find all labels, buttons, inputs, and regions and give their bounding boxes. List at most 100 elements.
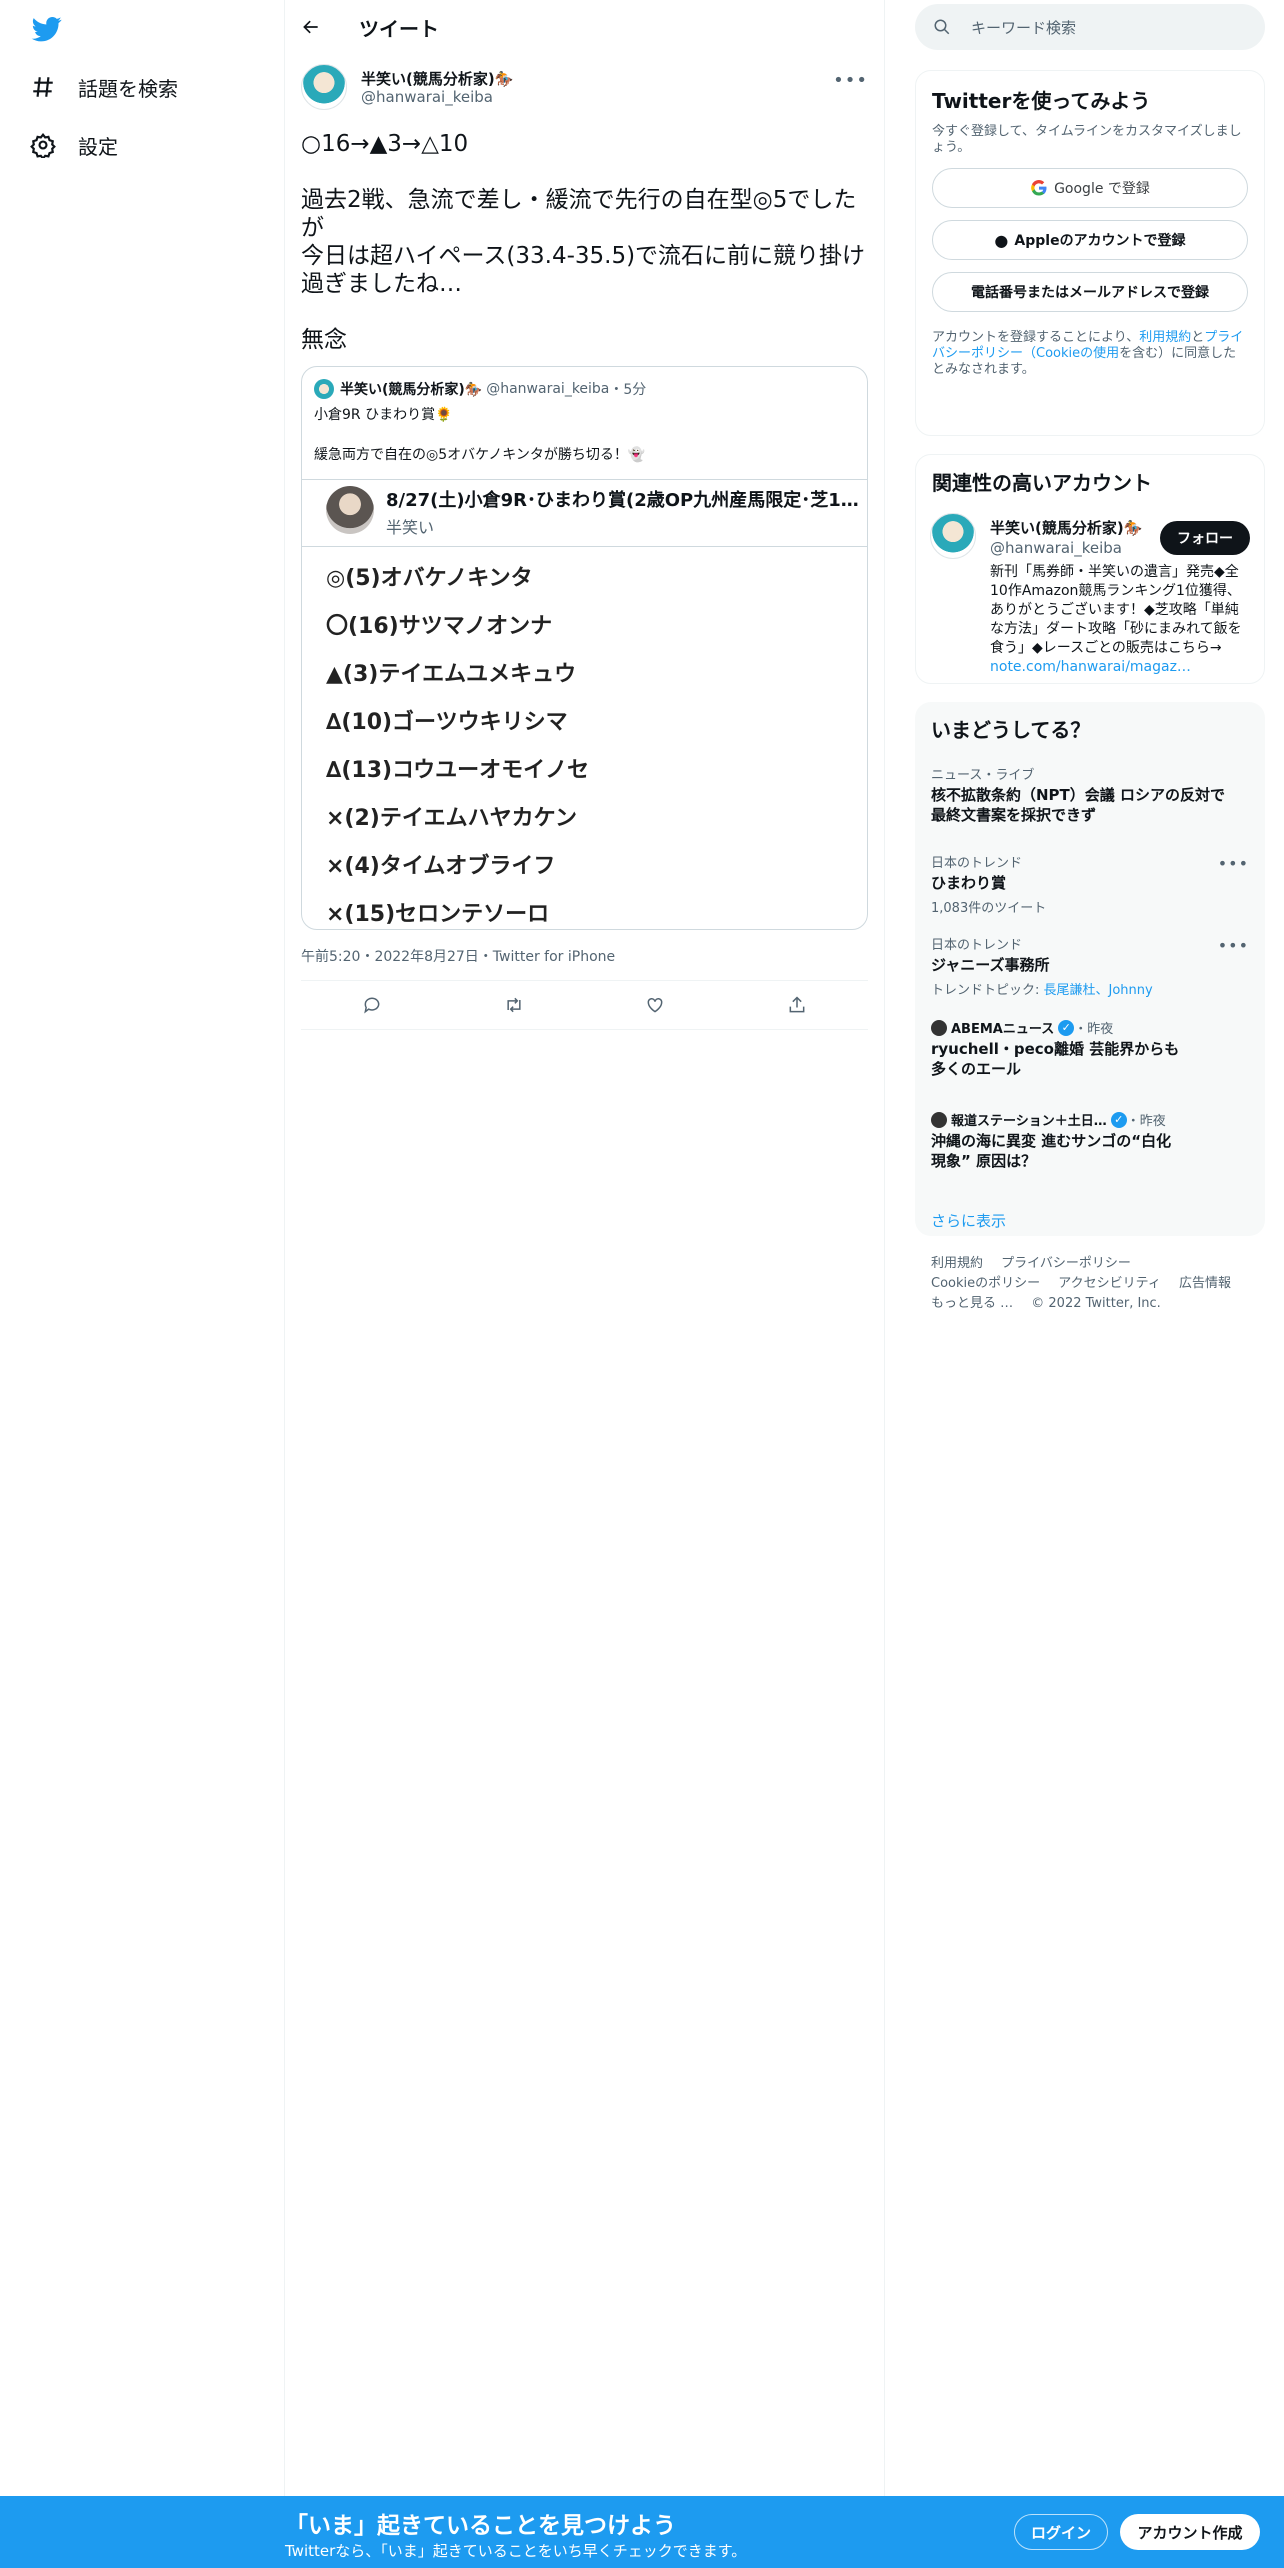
footer-link[interactable]: アクセシビリティ [1058, 1276, 1161, 1291]
search-input[interactable]: キーワード検索 [915, 4, 1265, 50]
news-source-name: 報道ステーション＋土日… [951, 1114, 1107, 1129]
avatar[interactable] [301, 64, 347, 110]
signup-subtitle: 今すぐ登録して、タイムラインをカスタマイズしましょう。 [932, 124, 1242, 155]
signup-legal: アカウントを登録することにより、利用規約とプライバシーポリシー（Cookieの使… [932, 330, 1248, 378]
hashtag-icon [33, 77, 53, 97]
gear-icon [30, 132, 56, 158]
related-accounts-card: 関連性の高いアカウント 半笑い(競馬分析家)🏇 @hanwarai_keiba … [915, 454, 1265, 684]
trend-item[interactable]: 日本のトレンド ひまわり賞 1,083件のツイート [931, 852, 1231, 916]
list-item: ×(4)タイムオブライフ [326, 854, 556, 879]
footer-link[interactable]: もっと見る … [931, 1296, 1013, 1311]
more-options-icon[interactable]: ••• [833, 70, 868, 91]
list-item: 〇(16)サツマノオンナ [326, 614, 553, 639]
quoted-tweet[interactable]: 半笑い(競馬分析家)🏇 @hanwarai_keiba ・5分 小倉9R ひまわ… [301, 366, 868, 930]
card-author: 半笑い [386, 518, 435, 537]
nav-explore-label: 話題を検索 [78, 76, 178, 101]
news-source-name: ABEMAニュース [951, 1022, 1055, 1037]
tweet-author: 半笑い(競馬分析家)🏇 @hanwarai_keiba ••• [285, 60, 884, 118]
like-icon[interactable] [645, 995, 665, 1015]
trend-topics-links[interactable]: 長尾謙杜、Johnny [1044, 983, 1153, 998]
share-icon[interactable] [787, 995, 807, 1015]
nav-settings[interactable]: 設定 [30, 120, 118, 170]
trend-item[interactable]: ニュース・ライブ 核不拡散条約（NPT）会議 ロシアの反対で最終文書案を採択でき… [931, 764, 1231, 825]
footer-link[interactable]: 広告情報 [1179, 1276, 1231, 1291]
back-arrow-icon[interactable] [301, 17, 321, 37]
footer-link[interactable]: 利用規約 [931, 1256, 983, 1271]
quote-text: 小倉9R ひまわり賞🌻 緩急両方で自在の◎5オバケノキンタが勝ち切る！👻 [314, 407, 646, 463]
signup-card: Twitterを使ってみよう 今すぐ登録して、タイムラインをカスタマイズしましょ… [915, 70, 1265, 436]
source-avatar [931, 1019, 947, 1036]
related-bio: 新刊「馬券師・半笑いの遺言」発売◆全10作Amazon競馬ランキング1位獲得、あ… [990, 563, 1250, 677]
trend-more-icon[interactable]: ••• [1218, 936, 1249, 955]
trend-context: 日本のトレンド [931, 856, 1023, 871]
google-signup-button[interactable]: Google で登録 [932, 168, 1248, 208]
left-nav: 話題を検索 設定 [0, 0, 285, 2496]
bio-link[interactable]: note.com/hanwarai/magaz… [990, 659, 1191, 675]
list-item: ×(15)セロンテソーロ [326, 902, 550, 927]
tweet-text: ○16→▲3→△10 過去2戦、急流で差し・緩流で先行の自在型◎5でしたが 今日… [301, 131, 866, 353]
verified-icon: ✓ [1110, 1111, 1127, 1128]
news-source: 報道ステーション＋土日… ✓ ・昨夜 [931, 1110, 1231, 1129]
footer: 利用規約 プライバシーポリシー Cookieのポリシー アクセシビリティ 広告情… [915, 1254, 1265, 1314]
page-title: ツイート [359, 16, 439, 41]
legal-prefix: アカウントを登録することにより、 [932, 330, 1140, 345]
trend-count: 1,083件のツイート [931, 901, 1047, 916]
author-handle[interactable]: @hanwarai_keiba [361, 88, 493, 106]
signup-title: Twitterを使ってみよう [932, 89, 1151, 113]
google-icon [1031, 179, 1047, 196]
search-placeholder: キーワード検索 [971, 18, 1077, 37]
login-button[interactable]: ログイン [1014, 2514, 1108, 2550]
quote-author-handle: @hanwarai_keiba [486, 381, 610, 397]
header: ツイート [285, 0, 884, 54]
footer-link[interactable]: プライバシーポリシー [1001, 1256, 1131, 1271]
related-name[interactable]: 半笑い(競馬分析家)🏇 [990, 517, 1142, 538]
legal-and: と [1191, 330, 1205, 345]
quote-author-name: 半笑い(競馬分析家)🏇 [340, 382, 483, 398]
retweet-icon[interactable] [504, 995, 524, 1015]
signup-button[interactable]: アカウント作成 [1120, 2514, 1260, 2550]
news-time: ・昨夜 [1074, 1022, 1114, 1037]
twitter-logo-icon[interactable] [30, 14, 64, 44]
news-item[interactable]: ABEMAニュース ✓ ・昨夜 ryuchell・peco離婚 芸能界からも多く… [931, 1018, 1231, 1079]
trend-item[interactable]: 日本のトレンド ジャニーズ事務所 トレンドトピック: 長尾謙杜、Johnny [931, 934, 1231, 998]
trend-topics: トレンドトピック: 長尾謙杜、Johnny [931, 979, 1231, 998]
trend-title: ジャニーズ事務所 [931, 956, 1050, 974]
trend-topics-prefix: トレンドトピック: [931, 983, 1044, 998]
link-card[interactable]: 8/27(土)小倉9R･ひまわり賞(2歳OP九州産馬限定･芝1200m) 半笑い [302, 479, 867, 547]
list-item: ◎(5)オバケノキンタ [326, 566, 533, 591]
trend-context: ニュース・ライブ [931, 768, 1035, 783]
apple-signup-button[interactable]: ● Appleのアカウントで登録 [932, 220, 1248, 260]
tweet-timestamp[interactable]: 午前5:20・2022年8月27日・Twitter for iPhone [285, 930, 884, 966]
author-name[interactable]: 半笑い(競馬分析家)🏇 [361, 68, 513, 89]
related-handle[interactable]: @hanwarai_keiba [990, 539, 1122, 557]
news-item[interactable]: 報道ステーション＋土日… ✓ ・昨夜 沖縄の海に異変 進むサンゴの“白化現象” … [931, 1110, 1231, 1171]
trend-title: 核不拡散条約（NPT）会議 ロシアの反対で最終文書案を採択できず [931, 786, 1226, 824]
copyright: © 2022 Twitter, Inc. [1031, 1296, 1161, 1311]
main-column: ツイート 半笑い(競馬分析家)🏇 @hanwarai_keiba ••• ○16… [285, 0, 885, 2496]
quote-time: ・5分 [609, 382, 647, 398]
banner-title: 「いま」起きていることを見つけよう [285, 2513, 676, 2539]
google-signup-label: Google で登録 [1054, 181, 1150, 197]
reply-icon[interactable] [362, 995, 382, 1015]
trend-more-icon[interactable]: ••• [1218, 854, 1249, 873]
quote-header: 半笑い(競馬分析家)🏇 @hanwarai_keiba ・5分 [302, 367, 867, 399]
list-item: ▲(3)テイエムユメキュウ [326, 662, 577, 687]
trend-title: ひまわり賞 [931, 874, 1007, 892]
right-sidebar: キーワード検索 Twitterを使ってみよう 今すぐ登録して、タイムラインをカス… [915, 0, 1265, 1314]
avatar [314, 379, 334, 399]
footer-link[interactable]: Cookieのポリシー [931, 1276, 1040, 1291]
apple-signup-label: Appleのアカウントで登録 [1014, 233, 1186, 249]
news-title: ryuchell・peco離婚 芸能界からも多くのエール [931, 1040, 1180, 1078]
follow-button[interactable]: フォロー [1160, 521, 1250, 555]
list-item: ×(2)テイエムハヤカケン [326, 806, 577, 831]
card-title: 8/27(土)小倉9R･ひまわり賞(2歳OP九州産馬限定･芝1200m) [386, 490, 866, 511]
nav-explore[interactable]: 話題を検索 [30, 62, 178, 112]
avatar[interactable] [930, 513, 976, 559]
terms-link[interactable]: 利用規約 [1139, 330, 1191, 345]
tweet-actions [301, 980, 868, 1030]
picks-list: ◎(5)オバケノキンタ 〇(16)サツマノオンナ ▲(3)テイエムユメキュウ ∆… [302, 547, 867, 929]
phone-signup-button[interactable]: 電話番号またはメールアドレスで登録 [932, 272, 1248, 312]
show-more-link[interactable]: さらに表示 [931, 1210, 1006, 1231]
phone-signup-label: 電話番号またはメールアドレスで登録 [971, 285, 1209, 301]
banner-subtitle: Twitterなら、「いま」起きていることをいち早くチェックできます。 [285, 2542, 747, 2560]
